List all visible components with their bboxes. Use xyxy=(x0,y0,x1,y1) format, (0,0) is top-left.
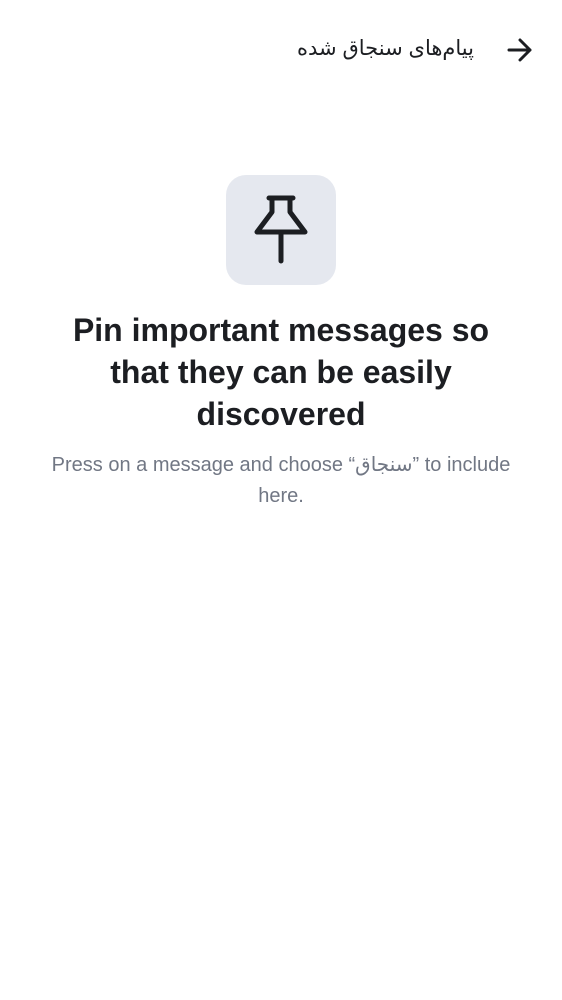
pin-icon xyxy=(254,195,308,264)
page-title: پیام‌های سنجاق شده xyxy=(297,37,474,60)
pin-illustration xyxy=(226,175,336,285)
back-button[interactable] xyxy=(498,28,542,72)
empty-state-description: Press on a message and choose “سنجاق” to… xyxy=(51,454,511,507)
empty-state-title: Pin important messages so that they can … xyxy=(72,312,490,432)
arrow-right-icon xyxy=(507,38,532,62)
app-header: پیام‌های سنجاق شده xyxy=(0,0,562,100)
